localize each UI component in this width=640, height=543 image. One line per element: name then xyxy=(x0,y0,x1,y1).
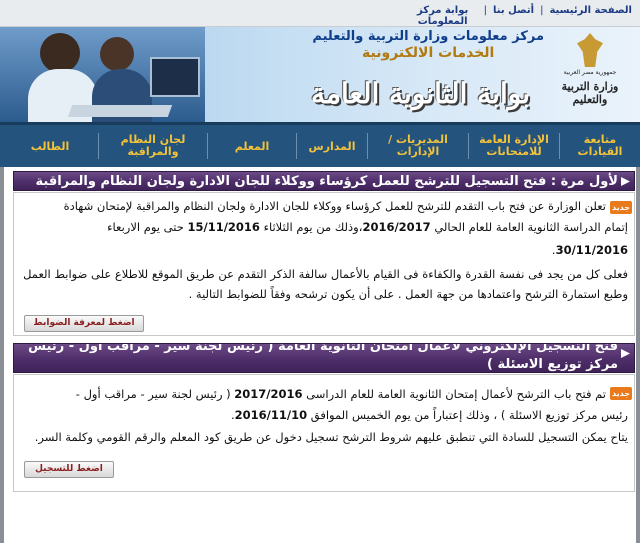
nav-item-leadership[interactable]: متابعة القيادات xyxy=(560,125,640,167)
contact-link[interactable]: أتصل بنا xyxy=(493,5,534,27)
nav-item-committees[interactable]: لجان النظام والمراقبة xyxy=(99,125,207,167)
new-badge: جديد xyxy=(610,387,632,400)
register-button[interactable]: اضغط للتسجيل xyxy=(24,461,114,478)
e-services-title: الخدمات الالكترونية xyxy=(362,45,495,61)
arrow-right-icon xyxy=(621,349,630,358)
main-nav: متابعة القيادات الإدارة العامة للامتحانا… xyxy=(0,122,640,167)
eagle-emblem-icon xyxy=(577,33,603,67)
logo-script: وزارة التربية والتعليم xyxy=(561,80,619,106)
content-area: لأول مرة : فتح التسجيل للترشح للعمل كرؤس… xyxy=(0,167,640,543)
info-center-title: مركز معلومات وزارة التربية والتعليم xyxy=(312,29,544,44)
portal-title: بوابة الثانوية العامة xyxy=(310,77,530,110)
ministry-logo[interactable]: جمهورية مصر العربية وزارة التربية والتعل… xyxy=(548,33,632,117)
announcement-2-header[interactable]: فتح التسجيل الإلكتروني لأعمال امتحان الث… xyxy=(13,343,635,373)
announcement-1-title: لأول مرة : فتح التسجيل للترشح للعمل كرؤس… xyxy=(35,174,618,189)
monitor-icon xyxy=(150,57,200,97)
top-bar: الصفحة الرئيسية | أتصل بنا | بوابة مركز … xyxy=(0,0,640,27)
top-links: الصفحة الرئيسية | أتصل بنا | بوابة مركز … xyxy=(408,5,632,27)
announcement-1-header[interactable]: لأول مرة : فتح التسجيل للترشح للعمل كرؤس… xyxy=(13,171,635,191)
announcement-1-line-5: وطبع استمارة الترشح واعتمادها من جهة الع… xyxy=(188,287,628,301)
link-separator: | xyxy=(540,5,544,16)
announcement-1-line-3: 30/11/2016. xyxy=(551,243,628,257)
banner-photo xyxy=(0,27,205,122)
header-banner: مركز معلومات وزارة التربية والتعليم الخد… xyxy=(0,27,640,122)
announcement-1-body: جديد تعلن الوزارة عن فتح باب التقدم للتر… xyxy=(13,192,635,336)
announcement-2-body: جديد تم فتح باب الترشح لأعمال إمتحان الث… xyxy=(13,374,635,492)
rules-button[interactable]: اضغط لمعرفة الضوابط xyxy=(24,315,144,332)
new-badge: جديد xyxy=(610,201,632,214)
nav-item-teacher[interactable]: المعلم xyxy=(208,125,296,167)
banner-subtitle: مركز معلومات وزارة التربية والتعليم الخد… xyxy=(312,29,544,61)
announcement-1-line-2: إتمام الدراسة الثانوية العامة للعام الحا… xyxy=(107,220,628,234)
arrow-right-icon xyxy=(621,177,630,186)
announcement-1-line-4: فعلى كل من يجد فى نفسة القدرة والكفاءة ف… xyxy=(23,267,628,281)
nav-item-student[interactable]: الطالب xyxy=(2,125,98,167)
home-link[interactable]: الصفحة الرئيسية xyxy=(549,5,632,27)
info-center-portal-link[interactable]: بوابة مركز المعلومات xyxy=(408,5,478,27)
announcement-1-line-1: تعلن الوزارة عن فتح باب التقدم للترشح لل… xyxy=(63,199,606,213)
nav-item-directorates[interactable]: المديريات / الإدارات xyxy=(368,125,468,167)
nav-item-exams-admin[interactable]: الإدارة العامة للامتحانات xyxy=(469,125,559,167)
announcement-2-line-2: رئيس مركز توزيع الاسئلة ) ، وذلك إعتبارا… xyxy=(231,408,628,422)
keyboard-icon xyxy=(67,105,173,117)
nav-item-schools[interactable]: المدارس xyxy=(297,125,367,167)
logo-subtitle: جمهورية مصر العربية xyxy=(563,69,617,76)
announcement-2-line-3: يتاح يمكن التسجيل للسادة التي تنطبق عليه… xyxy=(34,430,628,444)
link-separator: | xyxy=(483,5,488,16)
announcement-2-line-1: تم فتح باب الترشح لأعمال إمتحان الثانوية… xyxy=(75,387,606,401)
announcement-2-title: فتح التسجيل الإلكتروني لأعمال امتحان الث… xyxy=(28,343,618,372)
